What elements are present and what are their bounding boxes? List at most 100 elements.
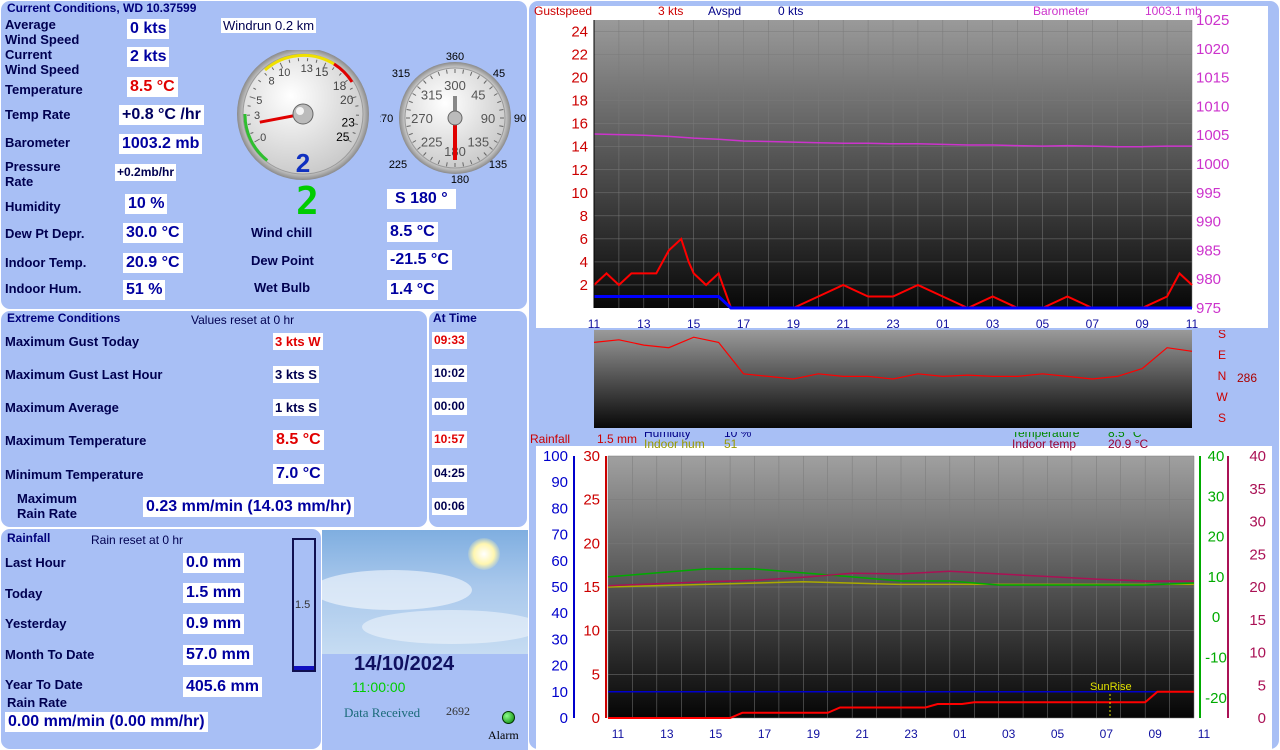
dir-tick [499,125,504,127]
x-tick-label: 19 [807,727,821,741]
hum-tick-label: 100 [543,448,568,465]
temp-tick-label: 0 [1212,609,1220,626]
baro-label: Barometer [5,135,71,150]
extreme-row-value: 3 kts S [273,366,319,383]
data-received-label: Data Received [344,705,421,720]
x-tick-label: 13 [660,727,674,741]
x-tick-label: 17 [758,727,772,741]
rain-yesterday-value: 0.9 mm [183,614,245,634]
temp-tick-label: 20 [1208,529,1225,546]
rain-tick-label: 15 [583,579,600,596]
gauge-tick [288,59,291,63]
temp-label: Temperature [5,82,83,97]
temprate-label: Temp Rate [5,107,71,122]
alarm-led-icon[interactable] [502,711,515,724]
intemp-tick-label: 0 [1258,710,1266,727]
y-left-tick-label: 10 [571,185,588,202]
dir-inner-label: 90 [481,111,495,126]
wind-barometer-chart: 2468101214161820222497598098599099510001… [534,4,1268,330]
y-right-tick-label: 1020 [1196,41,1229,58]
dir-y-label: S [1218,330,1226,341]
avspd-label: Avspd [708,4,741,18]
indoor-hum-label: Indoor Hum. [5,281,82,296]
gauge-tick [355,105,359,107]
gauge-tick-label: 18 [333,79,347,93]
rain-yesterday-label: Yesterday [5,616,67,631]
x-tick-label: 01 [936,317,950,330]
humidity-value: 10 % [125,194,168,214]
rain-month-label: Month To Date [5,647,95,662]
dir-y-label: N [1218,369,1227,383]
y-right-tick-label: 995 [1196,185,1221,202]
hum-tick-label: 0 [560,710,568,727]
data-received-count: 2692 [446,704,470,718]
x-tick-label: 15 [709,727,723,741]
dir-inner-label: 270 [411,111,433,126]
temp-humidity-rain-chart: 0510152025300102030405060708090100-20-10… [530,432,1272,750]
dir-outer-label: 180 [451,174,469,186]
rainfall-panel: Rainfall Rain reset at 0 hr Last Hour 0.… [0,528,322,750]
hum-tick-label: 60 [551,553,568,570]
extreme-row-time: 00:06 [432,498,467,515]
temp-tick-label: -20 [1205,690,1227,707]
x-tick-label: 13 [637,317,651,330]
y-left-tick-label: 16 [571,116,588,133]
gauge-tick-label: 0 [260,132,266,144]
dir-y-label: S [1218,411,1226,425]
y-right-tick-label: 1010 [1196,98,1229,115]
y-left-tick-label: 14 [571,139,588,156]
extreme-row-label: Maximum Average [5,400,119,415]
dir-outer-label: 225 [389,159,407,171]
rainfall-title: Rainfall [7,531,51,545]
at-time-title: At Time [433,311,477,325]
y-left-tick-label: 8 [580,208,588,225]
x-tick-label: 07 [1086,317,1100,330]
gauge-big-value: 2 [296,148,310,178]
intemp-tick-label: 35 [1249,481,1266,498]
gauge-tick-label: 10 [278,67,290,79]
windrun-text: Windrun 0.2 km [221,18,317,33]
baro-value: 1003.2 mb [119,134,203,154]
x-tick-label: 21 [855,727,869,741]
cloud-icon [362,610,528,644]
wind-direction-value: S 180 ° [387,189,456,209]
hum-tick-label: 70 [551,527,568,544]
rain-year-value: 405.6 mm [183,677,262,697]
inhum-chart-label: Indoor hum [644,437,705,451]
avspd-value: 0 kts [778,4,803,18]
rain-tick-label: 25 [583,492,600,509]
dir-outer-label: 90 [514,113,526,125]
humidity-label: Humidity [5,199,61,214]
intemp-tick-label: 30 [1249,514,1266,531]
rain-gauge-tube: 1.5 [292,538,316,672]
rain-today-label: Today [5,586,43,601]
current-title: Current Conditions, WD 10.37599 [7,1,197,15]
hum-tick-label: 20 [551,658,568,675]
extreme-row-time: 00:00 [432,398,467,415]
dir-tick [406,125,411,127]
dir-y-label: W [1216,390,1228,404]
x-tick-label: 07 [1100,727,1114,741]
gauge-tick-label: 5 [256,95,262,107]
wind-direction-chart: SENWS 286 [593,330,1257,428]
sun-icon [468,538,500,570]
dir-outer-label: 360 [446,51,464,63]
cloud-icon [322,570,472,610]
extreme-row-time: 10:57 [432,431,467,448]
gauge-tick [315,59,318,63]
dir-tick [462,69,464,74]
at-time-panel: At Time 09:33 10:02 00:00 10:57 04:25 00:06 [428,310,528,528]
dir-tick [462,162,464,167]
intemp-tick-label: 40 [1249,448,1266,465]
hum-tick-label: 30 [551,631,568,648]
alarm-label: Alarm [488,728,519,742]
intemp-tick-label: 5 [1258,677,1266,694]
indoor-temp-value: 20.9 °C [123,253,183,273]
y-left-tick-label: 22 [571,47,588,64]
rain-tick-label: 5 [592,666,600,683]
gauge-tick-label: 3 [254,110,260,122]
gauge-tick [354,123,359,125]
dir-outer-label: 270 [380,113,393,125]
y-right-tick-label: 1005 [1196,127,1229,144]
temp-tick-label: 10 [1208,569,1225,586]
